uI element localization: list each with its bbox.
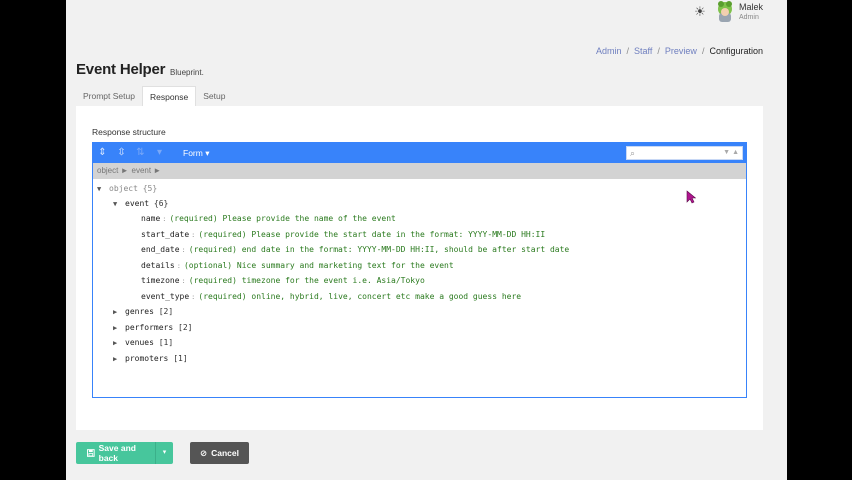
expand-all-icon[interactable]: ⇕ [93,143,112,163]
field-key: timezone [141,276,180,285]
breadcrumb-current: Configuration [709,46,763,56]
search-previous-icon[interactable]: ▲ [732,147,739,159]
expand-toggle-icon[interactable]: ▶ [113,336,125,350]
expand-toggle-icon[interactable]: ▶ [113,352,125,366]
save-button-main[interactable]: Save and back [76,443,155,463]
node-count: [2] [178,323,193,332]
field-separator: : [181,246,186,254]
user-name[interactable]: Malek [739,2,763,12]
search-input[interactable]: ⌕ ▼ ▲ [626,146,743,160]
node-key: venues [125,338,154,347]
node-key: object [109,184,138,193]
breadcrumb-separator: / [626,46,630,56]
theme-toggle-sun-icon[interactable]: ☀ [692,4,708,20]
tree-node-promoters[interactable]: ▶ promoters [1] [113,352,188,366]
cancel-button[interactable]: ⊘ Cancel [190,442,249,464]
save-options-chevron-down-icon[interactable]: ▾ [155,442,173,464]
json-editor: ⇕ ⇳ ⇅ ▾ Form ▾ ⌕ ▼ ▲ object ► event ► ▼ … [92,142,747,398]
breadcrumb-preview[interactable]: Preview [665,46,697,56]
node-key: event [125,199,150,208]
node-count: [2] [158,307,174,316]
tree-node-event[interactable]: ▼ event {6} [113,197,168,211]
tree-field[interactable]: end_date: (required) end date in the form… [141,243,569,257]
user-role: Admin [739,14,759,21]
response-card: Response structure ⇕ ⇳ ⇅ ▾ Form ▾ ⌕ ▼ ▲ … [76,106,763,430]
collapse-toggle-icon[interactable]: ▼ [113,197,125,211]
tree-field[interactable]: event_type: (required) online, hybrid, li… [141,290,521,304]
save-button-label: Save and back [98,443,136,463]
filter-icon[interactable]: ▾ [150,143,169,163]
tree-node-genres[interactable]: ▶ genres [2] [113,305,173,319]
breadcrumb-separator: / [701,46,705,56]
field-value[interactable]: (required) Please provide the name of th… [169,212,395,226]
right-backdrop [787,0,852,480]
tab-prompt-setup[interactable]: Prompt Setup [76,86,142,106]
expand-toggle-icon[interactable]: ▶ [113,321,125,335]
save-icon [87,449,95,457]
search-next-icon[interactable]: ▼ [723,147,730,159]
cancel-button-label: Cancel [211,448,239,458]
editor-navigation-path: object ► event ► [93,163,746,179]
field-value[interactable]: (optional) Nice summary and marketing te… [184,259,454,273]
field-separator: : [162,215,167,223]
response-structure-label: Response structure [92,127,166,137]
node-count: {5} [142,184,158,193]
expand-toggle-icon[interactable]: ▶ [113,305,125,319]
nav-path-event[interactable]: event ► [132,163,162,179]
app-window: ☀ Malek Admin Admin / Staff / Preview / … [66,0,787,480]
node-count: [1] [173,354,188,363]
tab-response[interactable]: Response [141,86,197,106]
node-key: performers [125,323,174,332]
left-backdrop [0,0,66,480]
breadcrumb-separator: / [657,46,660,56]
top-bar: ☀ Malek Admin [66,0,787,32]
field-value[interactable]: (required) timezone for the event i.e. A… [189,274,425,288]
collapse-toggle-icon[interactable]: ▼ [97,182,109,196]
avatar[interactable] [715,0,735,22]
tree-field[interactable]: name: (required) Please provide the name … [141,212,396,226]
breadcrumb: Admin / Staff / Preview / Configuration [596,46,763,56]
node-key: genres [125,307,154,316]
node-count: [1] [158,338,174,347]
nav-path-object[interactable]: object ► [97,163,129,179]
collapse-all-icon[interactable]: ⇳ [112,143,131,163]
field-key: event_type [141,292,190,301]
breadcrumb-admin[interactable]: Admin [596,46,622,56]
tree-node-venues[interactable]: ▶ venues [1] [113,336,173,350]
page-subtitle: Blueprint. [170,68,204,77]
field-separator: : [191,231,196,239]
tree-field[interactable]: timezone: (required) timezone for the eve… [141,274,425,288]
field-value[interactable]: (required) online, hybrid, live, concert… [198,290,521,304]
tree-field[interactable]: start_date: (required) Please provide the… [141,228,545,242]
field-value[interactable]: (required) Please provide the start date… [198,228,545,242]
field-separator: : [176,262,181,270]
page-title: Event Helper [76,61,166,78]
tree-field[interactable]: details: (optional) Nice summary and mark… [141,259,454,273]
sort-icon[interactable]: ⇅ [131,143,150,163]
tab-bar: Prompt Setup Response Setup [76,86,232,106]
cancel-icon: ⊘ [200,447,208,458]
tree-node-performers[interactable]: ▶ performers [2] [113,321,192,335]
save-and-back-button[interactable]: Save and back ▾ [76,442,173,464]
field-key: details [141,261,175,270]
mouse-cursor-icon [686,190,696,204]
tab-setup[interactable]: Setup [196,86,232,106]
field-key: name [141,214,161,223]
node-key: promoters [125,354,169,363]
field-separator: : [181,277,186,285]
field-key: end_date [141,245,180,254]
tree-node-root[interactable]: ▼ object {5} [97,182,157,196]
search-icon: ⌕ [630,148,636,158]
node-count: {6} [153,199,169,208]
field-value[interactable]: (required) end date in the format: YYYY-… [189,243,570,257]
mode-dropdown[interactable]: Form ▾ [183,143,209,163]
field-key: start_date [141,230,190,239]
breadcrumb-staff[interactable]: Staff [634,46,652,56]
field-separator: : [191,293,196,301]
editor-menu-bar: ⇕ ⇳ ⇅ ▾ Form ▾ ⌕ ▼ ▲ [93,143,746,163]
